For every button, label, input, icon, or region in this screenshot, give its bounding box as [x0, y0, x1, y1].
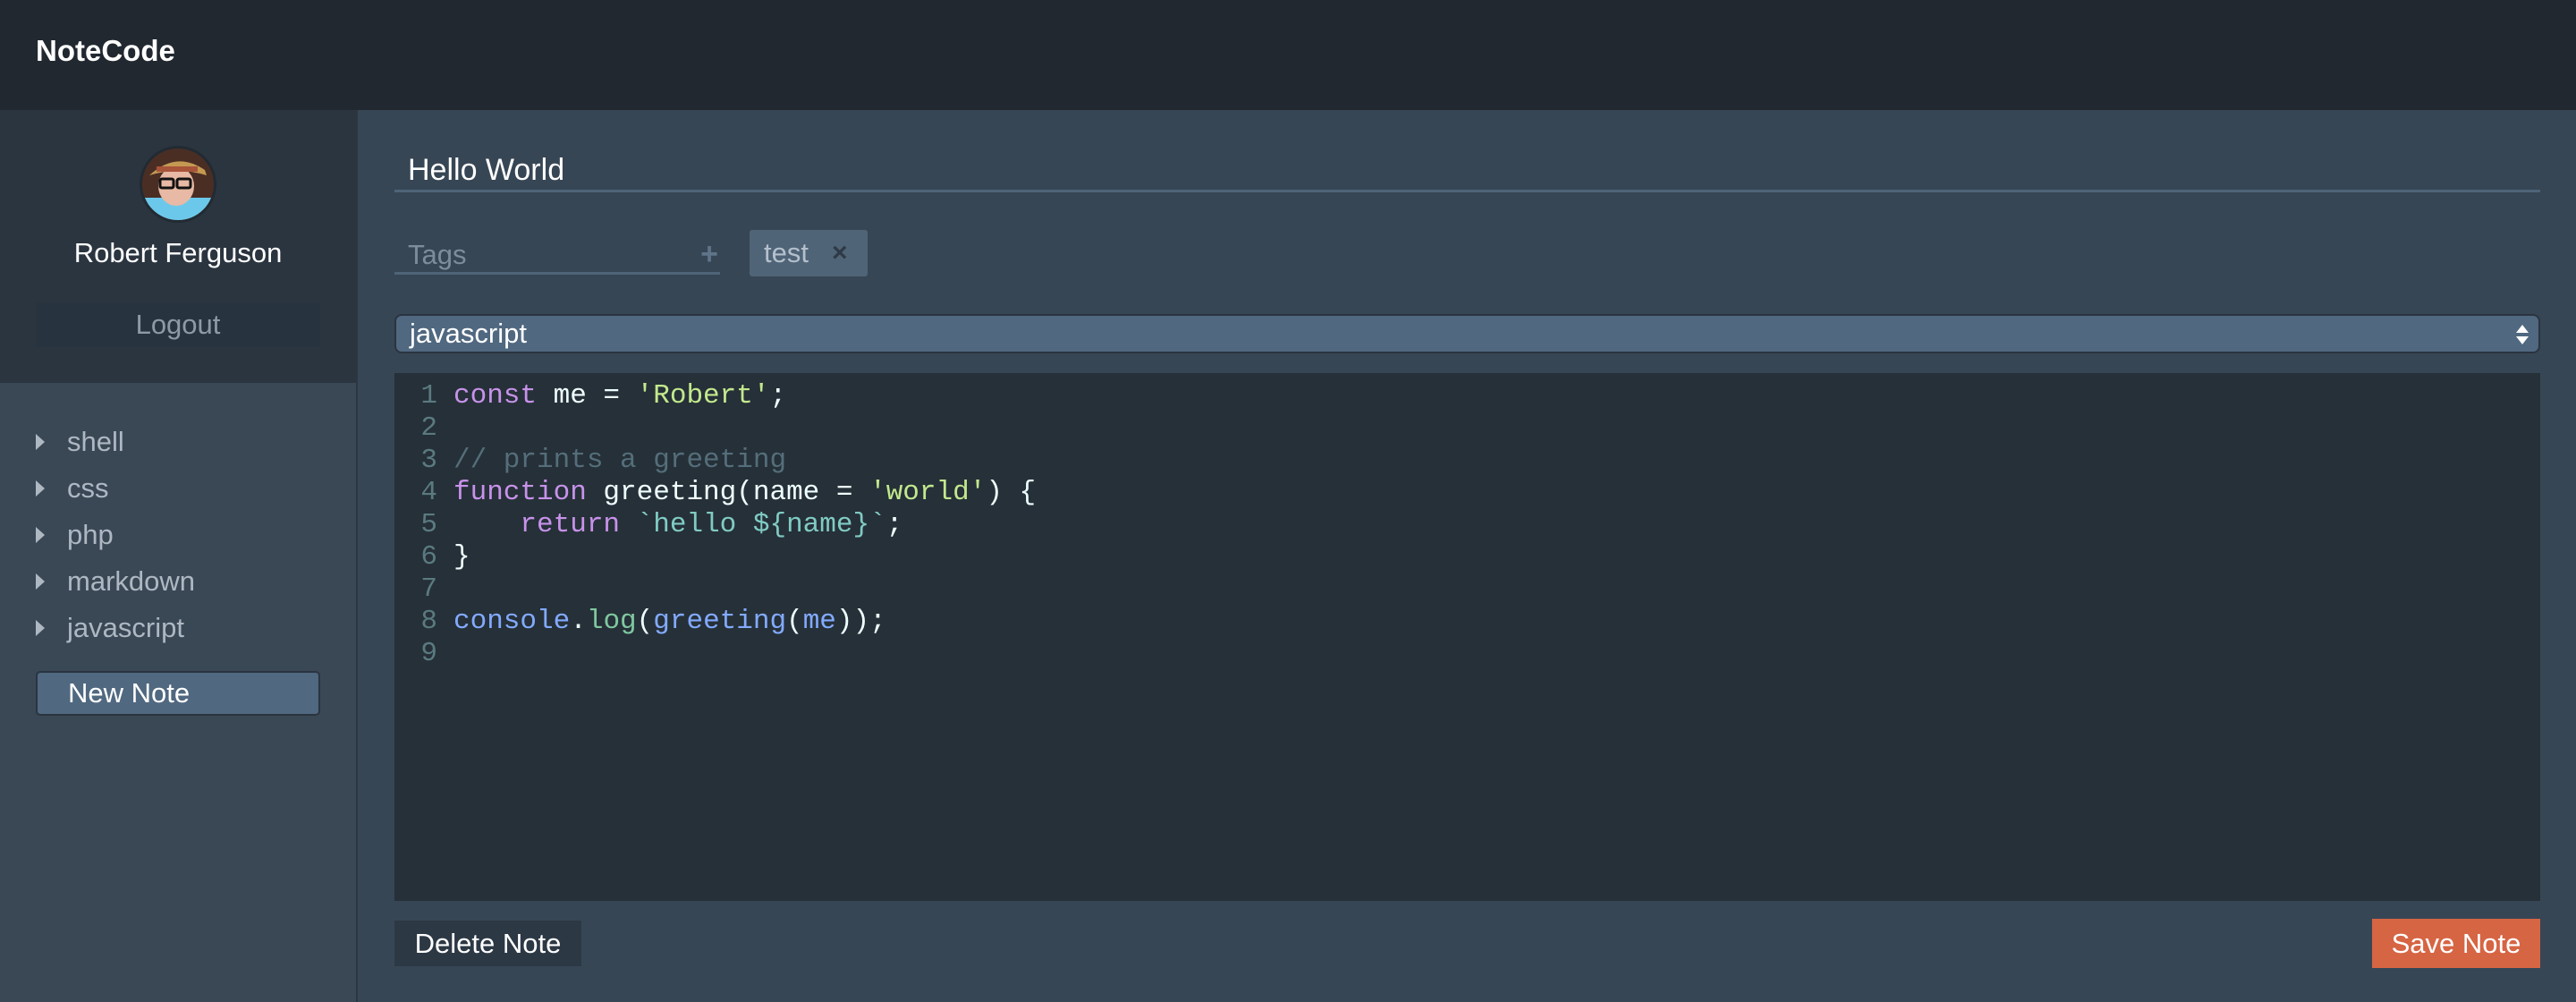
tag-label: test	[764, 237, 809, 268]
sidebar-item-label: javascript	[67, 612, 184, 643]
line-number: 1	[420, 380, 437, 412]
logout-button[interactable]: Logout	[36, 302, 320, 347]
code-text: return `hello ${name}`;	[453, 509, 902, 541]
code-text: const me = 'Robert';	[453, 380, 786, 412]
code-token: 'Robert'	[636, 380, 770, 412]
sidebar-item-php[interactable]: php	[0, 512, 356, 558]
avatar	[140, 146, 216, 223]
caret-right-icon	[36, 527, 45, 543]
line-number: 5	[420, 509, 437, 540]
line-number: 2	[420, 412, 437, 444]
tag-chip: test ×	[750, 230, 868, 276]
line-number: 3	[420, 445, 437, 476]
line-number: 4	[420, 477, 437, 508]
tags-placeholder: Tags	[408, 239, 467, 270]
code-text: console.log(greeting(me));	[453, 606, 886, 638]
code-token: return	[520, 509, 621, 540]
code-token: greeting(name =	[586, 477, 870, 508]
sidebar-item-label: css	[67, 472, 109, 504]
caret-right-icon	[36, 480, 45, 497]
caret-right-icon	[36, 434, 45, 450]
add-tag-icon[interactable]: +	[700, 234, 718, 275]
code-token: log	[586, 606, 637, 637]
code-token: (	[636, 606, 654, 637]
caret-right-icon	[36, 620, 45, 636]
note-title-input[interactable]: Hello World	[394, 148, 2540, 192]
code-token: const	[453, 380, 538, 412]
code-token: `hello ${name}`	[636, 509, 886, 540]
sidebar-item-label: markdown	[67, 565, 195, 597]
line-number: 7	[420, 573, 437, 605]
caret-right-icon	[36, 573, 45, 590]
remove-tag-icon[interactable]: ×	[832, 230, 848, 276]
sidebar-item-label: php	[67, 519, 114, 550]
code-token: ;	[886, 509, 903, 540]
language-select-value: javascript	[410, 318, 527, 349]
code-token: // prints a greeting	[453, 445, 787, 476]
new-note-button[interactable]: New Note	[36, 671, 320, 716]
code-text: // prints a greeting	[453, 445, 786, 477]
tags-input[interactable]: Tags +	[394, 234, 720, 275]
code-token: .	[570, 606, 587, 637]
code-token: console	[453, 606, 571, 637]
code-text: function greeting(name = 'world') {	[453, 477, 1036, 509]
select-arrows-icon	[2516, 325, 2529, 344]
line-number: 9	[420, 638, 437, 669]
sidebar-item-shell[interactable]: shell	[0, 419, 356, 465]
code-token: greeting	[653, 606, 787, 637]
sidebar: Robert Ferguson Logout shell css php mar…	[0, 110, 358, 1002]
language-select[interactable]: javascript	[394, 314, 2540, 353]
line-number: 8	[420, 606, 437, 637]
language-list: shell css php markdown javascript	[0, 419, 356, 651]
app-title: NoteCode	[36, 34, 175, 67]
code-token: ;	[769, 380, 787, 412]
sidebar-item-javascript[interactable]: javascript	[0, 605, 356, 651]
delete-note-button[interactable]: Delete Note	[394, 921, 581, 966]
app-header: NoteCode	[0, 0, 2576, 110]
code-token: ) {	[986, 477, 1037, 508]
user-panel: Robert Ferguson Logout	[0, 110, 356, 383]
code-token: }	[453, 541, 470, 573]
code-token: me	[802, 606, 836, 637]
code-text: }	[453, 541, 470, 573]
sidebar-item-label: shell	[67, 426, 124, 457]
code-token: (	[786, 606, 803, 637]
code-token: me =	[537, 380, 637, 412]
code-editor[interactable]: 1 const me = 'Robert'; 2 3 // prints a greet…	[394, 373, 2540, 901]
code-token: 'world'	[869, 477, 987, 508]
code-token: function	[453, 477, 587, 508]
line-number: 6	[420, 541, 437, 573]
user-name: Robert Ferguson	[73, 237, 283, 268]
code-token: ));	[835, 606, 886, 637]
sidebar-item-css[interactable]: css	[0, 465, 356, 512]
sidebar-item-markdown[interactable]: markdown	[0, 558, 356, 605]
save-note-button[interactable]: Save Note	[2372, 919, 2540, 968]
